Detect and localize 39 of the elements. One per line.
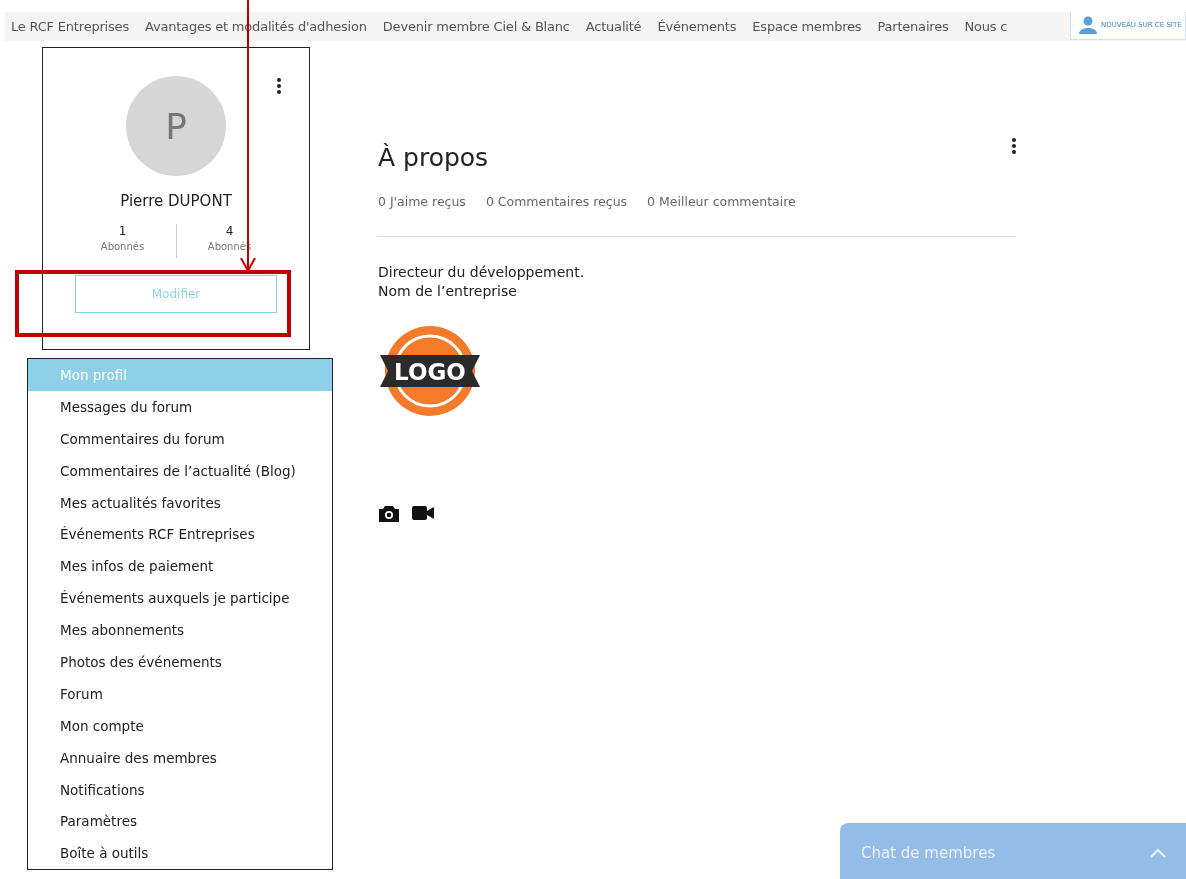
menu-item[interactable]: Événements auxquels je participe: [28, 582, 332, 615]
stat-label: Abonnés: [100, 241, 145, 252]
menu-item[interactable]: Paramètres: [28, 805, 332, 838]
camera-icon[interactable]: [378, 505, 400, 523]
video-camera-icon[interactable]: [412, 505, 434, 521]
bio-text: Directeur du développement.: [378, 263, 586, 282]
menu-item[interactable]: Mon compte: [28, 709, 332, 742]
menu-item[interactable]: Boîte à outils: [28, 837, 332, 870]
more-options-icon[interactable]: [277, 78, 281, 94]
menu-item[interactable]: Mes abonnements: [28, 614, 332, 646]
nav-link[interactable]: Le RCF Entreprises: [5, 19, 139, 34]
nav-link[interactable]: Espace membres: [746, 19, 872, 34]
menu-item[interactable]: Événements RCF Entreprises: [28, 518, 332, 551]
stat-text: 0 Commentaires reçus: [485, 194, 628, 209]
more-options-icon[interactable]: [1012, 138, 1016, 154]
stat-text: 0 Meilleur commentaire: [647, 194, 796, 209]
nav-link[interactable]: Actualité: [579, 19, 652, 34]
menu-item[interactable]: Forum: [28, 677, 332, 710]
bio-text: Nom de l’entreprise: [378, 282, 518, 301]
menu-item[interactable]: Commentaires du forum: [28, 422, 332, 455]
menu-item[interactable]: Photos des événements: [28, 646, 332, 678]
nav-link[interactable]: Devenir membre Ciel & Blanc: [376, 19, 580, 34]
nav-link[interactable]: Partenaires: [871, 19, 959, 34]
menu-item[interactable]: Mes infos de paiement: [28, 550, 332, 583]
stat-value: 1: [118, 224, 127, 238]
nav-link[interactable]: Nous c: [958, 19, 1018, 34]
menu-item[interactable]: Messages du forum: [28, 390, 332, 423]
section-title: À propos: [378, 143, 489, 172]
stat-text: 0 J'aime reçus: [378, 194, 466, 209]
menu-item[interactable]: Annuaire des membres: [28, 741, 332, 774]
person-icon: [1079, 16, 1097, 34]
stat-value: 4: [225, 224, 234, 238]
menu-item[interactable]: Mes actualités favorites: [28, 486, 332, 519]
member-name: Pierre DUPONT: [120, 192, 232, 210]
avatar: P: [126, 76, 226, 176]
menu-item[interactable]: Notifications: [28, 773, 332, 806]
chat-title: Chat de membres: [861, 844, 996, 862]
menu-item[interactable]: Commentaires de l’actualité (Blog): [28, 454, 332, 487]
nav-link[interactable]: Événements: [651, 19, 747, 34]
